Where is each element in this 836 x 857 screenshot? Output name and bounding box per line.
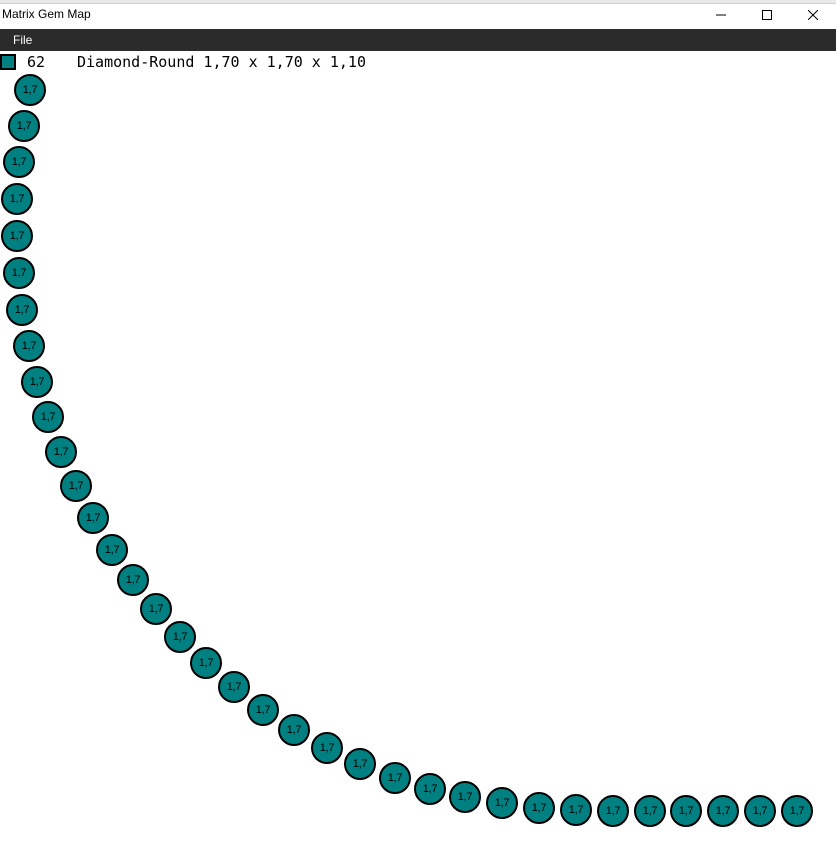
gem-marker[interactable]: 1,7 <box>1 183 33 215</box>
gem-marker[interactable]: 1,7 <box>77 502 109 534</box>
gem-marker[interactable]: 1,7 <box>218 671 250 703</box>
legend-count: 62 <box>27 53 46 71</box>
title-bar[interactable]: Matrix Gem Map <box>0 0 836 29</box>
window-title: Matrix Gem Map <box>2 7 91 21</box>
gem-marker[interactable]: 1,7 <box>60 470 92 502</box>
maximize-icon <box>762 9 772 20</box>
gem-marker[interactable]: 1,7 <box>670 795 702 827</box>
gem-marker[interactable]: 1,7 <box>117 564 149 596</box>
gem-marker[interactable]: 1,7 <box>8 110 40 142</box>
gem-marker[interactable]: 1,7 <box>634 795 666 827</box>
gem-marker[interactable]: 1,7 <box>707 795 739 827</box>
gem-marker[interactable]: 1,7 <box>379 762 411 794</box>
gem-marker[interactable]: 1,7 <box>96 534 128 566</box>
gem-marker[interactable]: 1,7 <box>6 294 38 326</box>
menu-bar: File <box>0 29 836 51</box>
close-icon <box>808 9 818 20</box>
gem-marker[interactable]: 1,7 <box>449 781 481 813</box>
gem-marker[interactable]: 1,7 <box>486 787 518 819</box>
gem-marker[interactable]: 1,7 <box>21 366 53 398</box>
gem-marker[interactable]: 1,7 <box>781 795 813 827</box>
menu-file[interactable]: File <box>6 29 39 51</box>
gem-map-canvas[interactable]: 62 Diamond-Round 1,70 x 1,70 x 1,10 1,7 1… <box>0 51 836 857</box>
app-window: Matrix Gem Map File 62 Diamond-Round 1,7… <box>0 0 836 857</box>
gem-marker[interactable]: 1,7 <box>3 257 35 289</box>
gem-marker[interactable]: 1,7 <box>311 732 343 764</box>
gem-marker[interactable]: 1,7 <box>13 330 45 362</box>
gem-marker[interactable]: 1,7 <box>32 401 64 433</box>
legend-description: Diamond-Round 1,70 x 1,70 x 1,10 <box>77 53 366 71</box>
minimize-button[interactable] <box>698 0 744 29</box>
gem-marker[interactable]: 1,7 <box>744 795 776 827</box>
gem-marker[interactable]: 1,7 <box>597 795 629 827</box>
gem-marker[interactable]: 1,7 <box>414 773 446 805</box>
gem-marker[interactable]: 1,7 <box>344 748 376 780</box>
maximize-button[interactable] <box>744 0 790 29</box>
gem-marker[interactable]: 1,7 <box>190 647 222 679</box>
gem-marker[interactable]: 1,7 <box>278 714 310 746</box>
legend-swatch <box>0 54 16 70</box>
gem-marker[interactable]: 1,7 <box>523 792 555 824</box>
gem-marker[interactable]: 1,7 <box>247 694 279 726</box>
close-button[interactable] <box>790 0 836 29</box>
gem-marker[interactable]: 1,7 <box>140 593 172 625</box>
gem-marker[interactable]: 1,7 <box>164 621 196 653</box>
gem-marker[interactable]: 1,7 <box>14 74 46 106</box>
gem-marker[interactable]: 1,7 <box>560 794 592 826</box>
gem-marker[interactable]: 1,7 <box>3 146 35 178</box>
minimize-icon <box>716 14 726 15</box>
gem-marker[interactable]: 1,7 <box>45 436 77 468</box>
gem-marker[interactable]: 1,7 <box>1 220 33 252</box>
